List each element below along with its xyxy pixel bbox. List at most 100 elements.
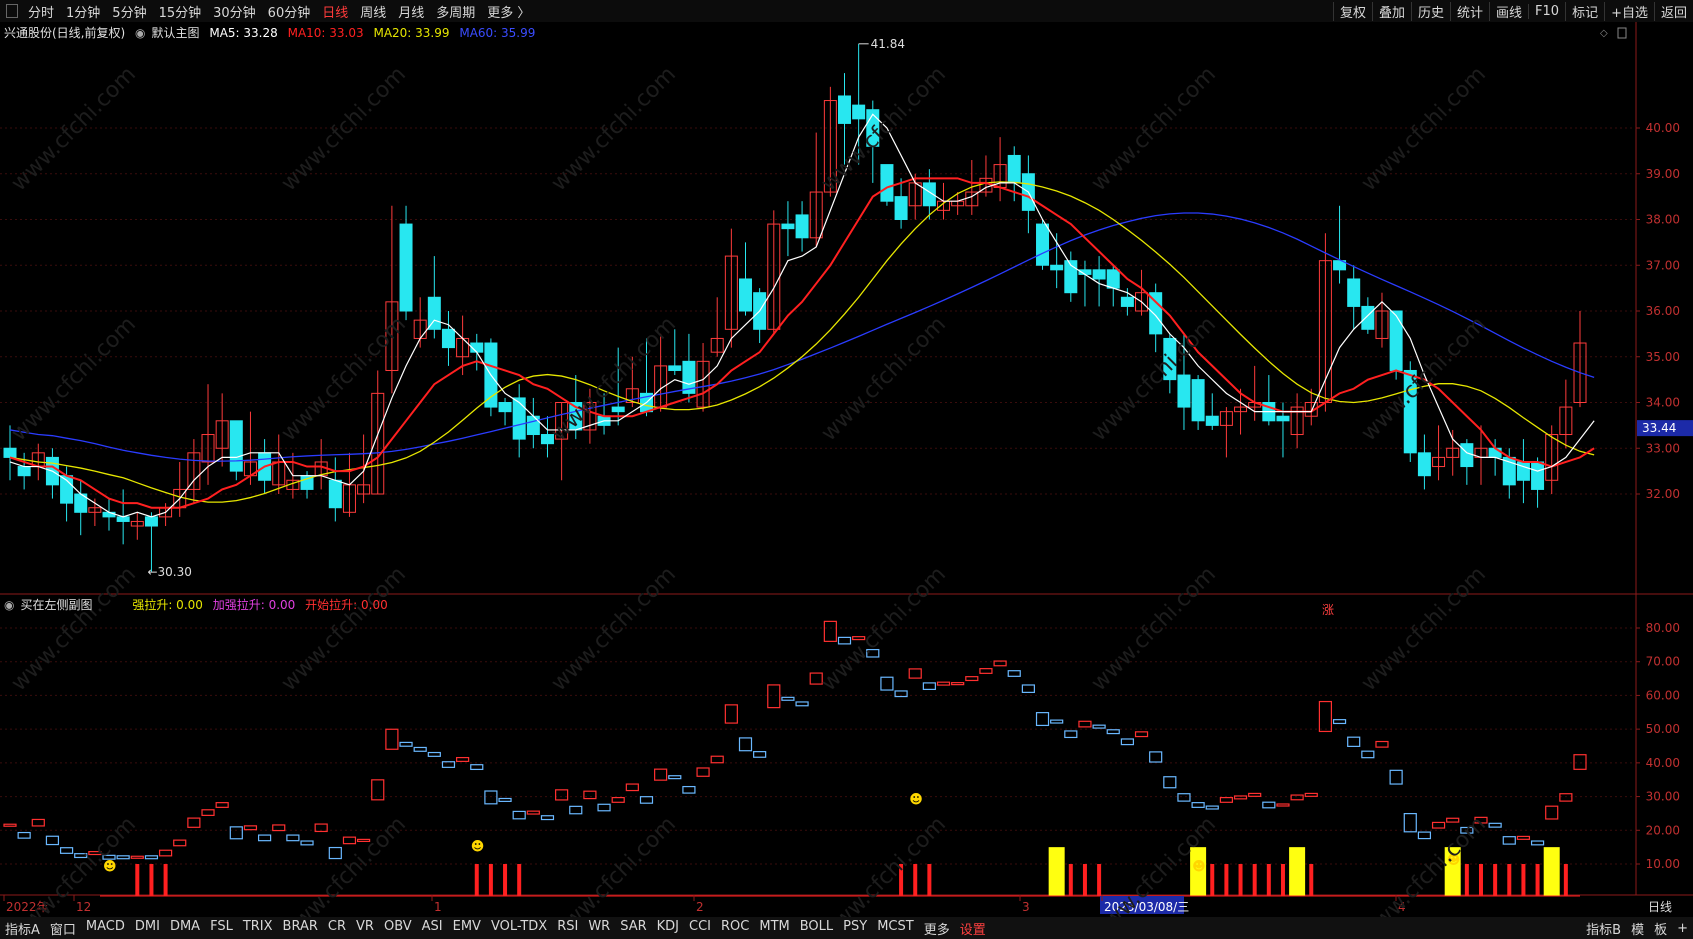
- candle-body: [427, 296, 441, 330]
- diamond-icon: ◇: [1600, 28, 1608, 39]
- indicator-tab-8[interactable]: CR: [323, 919, 351, 938]
- watermark-text: www.cfchi.com: [7, 562, 141, 696]
- indicator-tab-5[interactable]: FSL: [205, 919, 238, 938]
- candle-body: [1347, 278, 1361, 307]
- watermark-text: www.cfchi.com: [277, 62, 411, 196]
- signal-bar: [1252, 864, 1257, 897]
- candle-body: [526, 415, 540, 436]
- candle-body: [17, 466, 31, 477]
- indicator-tab-3[interactable]: DMI: [130, 919, 165, 938]
- ma5-line: [9, 113, 1595, 518]
- sub-indicator-box: [286, 834, 300, 842]
- timeframe-tabs: 分时 1分钟 5分钟 15分钟 30分钟 60分钟 日线 周线 月线 多周期 更多 〉: [22, 2, 536, 21]
- indicator-tab-11[interactable]: ASI: [417, 919, 448, 938]
- timeframe-tab-8[interactable]: 月线: [392, 2, 430, 21]
- indicator-tab-23[interactable]: MCST: [872, 919, 919, 938]
- signal-bar: [1507, 864, 1512, 897]
- sub-y-tick-label: 30.00: [1646, 790, 1680, 804]
- timeframe-tab-2[interactable]: 5分钟: [106, 2, 152, 21]
- signal-bar: [1210, 864, 1215, 897]
- sub-indicator-box: [512, 810, 526, 820]
- sub-indicator-box: [215, 802, 229, 808]
- sub-gear-icon[interactable]: ◉: [4, 598, 14, 612]
- sub-indicator-box: [1233, 795, 1248, 800]
- candle-body: [1205, 415, 1219, 426]
- timeframe-tab-1[interactable]: 1分钟: [60, 2, 106, 21]
- watermark-text: www.cfchi.com: [277, 312, 411, 446]
- toolbar-button-2[interactable]: 历史: [1410, 1, 1450, 21]
- bottom-right-button-1[interactable]: 模: [1626, 919, 1649, 938]
- watermark-text: www.cfchi.com: [1087, 562, 1221, 696]
- toolbar-button-5[interactable]: F10: [1528, 3, 1565, 19]
- indicator-tab-7[interactable]: BRAR: [278, 919, 323, 938]
- signal-bar: [913, 864, 918, 897]
- indicator-tab-17[interactable]: KDJ: [652, 919, 684, 938]
- indicator-tab-2[interactable]: MACD: [81, 919, 130, 938]
- signal-bar: [1478, 864, 1483, 897]
- toolbar-button-8[interactable]: 返回: [1653, 1, 1693, 21]
- signal-bar: [1309, 864, 1314, 897]
- signal-bar: [1543, 847, 1560, 897]
- toolbar-menu-icon[interactable]: [6, 4, 18, 18]
- timeframe-tab-6[interactable]: 日线: [316, 2, 354, 21]
- candle-body: [102, 511, 116, 518]
- timeframe-tab-7[interactable]: 周线: [354, 2, 392, 21]
- timeframe-tab-3[interactable]: 15分钟: [153, 2, 208, 21]
- timeframe-tab-4[interactable]: 30分钟: [207, 2, 262, 21]
- timeframe-tab-9[interactable]: 多周期: [430, 2, 481, 21]
- timeframe-tab-10[interactable]: 更多 〉: [481, 2, 536, 21]
- toolbar-button-6[interactable]: 标记: [1565, 1, 1604, 21]
- indicator-tab-0[interactable]: 指标A: [0, 919, 45, 938]
- toolbar-button-7[interactable]: +自选: [1604, 1, 1654, 21]
- toolbar-button-3[interactable]: 统计: [1450, 1, 1489, 21]
- sub-indicator-box: [1545, 805, 1559, 820]
- toolbar-button-4[interactable]: 画线: [1489, 1, 1528, 21]
- bottom-right-button-2[interactable]: 板: [1649, 919, 1672, 938]
- smiley-icon: ☻: [471, 840, 485, 855]
- indicator-tab-10[interactable]: OBV: [379, 919, 417, 938]
- indicator-tab-20[interactable]: MTM: [754, 919, 794, 938]
- toolbar-button-0[interactable]: 复权: [1332, 1, 1372, 21]
- template-name[interactable]: 默认主图: [152, 26, 200, 40]
- sub-indicator-box: [724, 704, 738, 724]
- indicator-tab-22[interactable]: PSY: [838, 919, 872, 938]
- sub-indicator-box: [738, 737, 753, 752]
- smiley-icon: ☻: [1192, 860, 1206, 875]
- indicator-tab-9[interactable]: VR: [351, 919, 379, 938]
- indicator-tab-1[interactable]: 窗口: [45, 919, 81, 938]
- sub-indicator-box: [342, 836, 357, 845]
- indicator-tab-6[interactable]: TRIX: [238, 919, 278, 938]
- indicator-tab-12[interactable]: EMV: [448, 919, 486, 938]
- candle-body: [738, 278, 752, 312]
- sub-indicator-box: [979, 668, 993, 674]
- indicator-tab-25[interactable]: 设置: [955, 919, 991, 938]
- price-chart-area[interactable]: 40.00 39.00 38.00 37.00 36.00 35.00 34.00 33.00…: [0, 22, 1693, 917]
- indicator-tab-13[interactable]: VOL-TDX: [486, 919, 552, 938]
- main-y-tick-label: 34.00: [1646, 396, 1680, 410]
- signal-bar: [149, 864, 154, 897]
- indicator-tab-21[interactable]: BOLL: [795, 919, 838, 938]
- indicator-tab-18[interactable]: CCI: [684, 919, 716, 938]
- indicator-tab-14[interactable]: RSI: [552, 919, 583, 938]
- indicator-tab-15[interactable]: WR: [583, 919, 615, 938]
- bottom-right-button-0[interactable]: 指标B: [1581, 919, 1626, 938]
- signal-bar: [1048, 847, 1065, 897]
- indicator-tab-4[interactable]: DMA: [165, 919, 205, 938]
- template-gear-icon[interactable]: ◉: [135, 26, 145, 40]
- sub-indicator-box: [187, 817, 201, 828]
- main-y-tick-label: 40.00: [1646, 121, 1680, 135]
- timeframe-tab-0[interactable]: 分时: [22, 2, 60, 21]
- bottom-right-button-3[interactable]: +: [1672, 921, 1693, 936]
- main-y-tick-label: 37.00: [1646, 258, 1680, 272]
- candle-body: [144, 516, 158, 527]
- indicator-tab-19[interactable]: ROC: [716, 919, 754, 938]
- indicator-tab-16[interactable]: SAR: [615, 919, 651, 938]
- candle-body: [838, 95, 852, 124]
- indicator-tab-24[interactable]: 更多: [919, 919, 955, 938]
- signal-bar: [1082, 864, 1087, 897]
- sub-chart-title[interactable]: 买在左侧副图: [20, 598, 92, 612]
- timeframe-tab-5[interactable]: 60分钟: [262, 2, 317, 21]
- sub-indicator-box: [1516, 835, 1531, 840]
- sub-indicator-box: [59, 847, 74, 854]
- toolbar-button-1[interactable]: 叠加: [1371, 1, 1411, 21]
